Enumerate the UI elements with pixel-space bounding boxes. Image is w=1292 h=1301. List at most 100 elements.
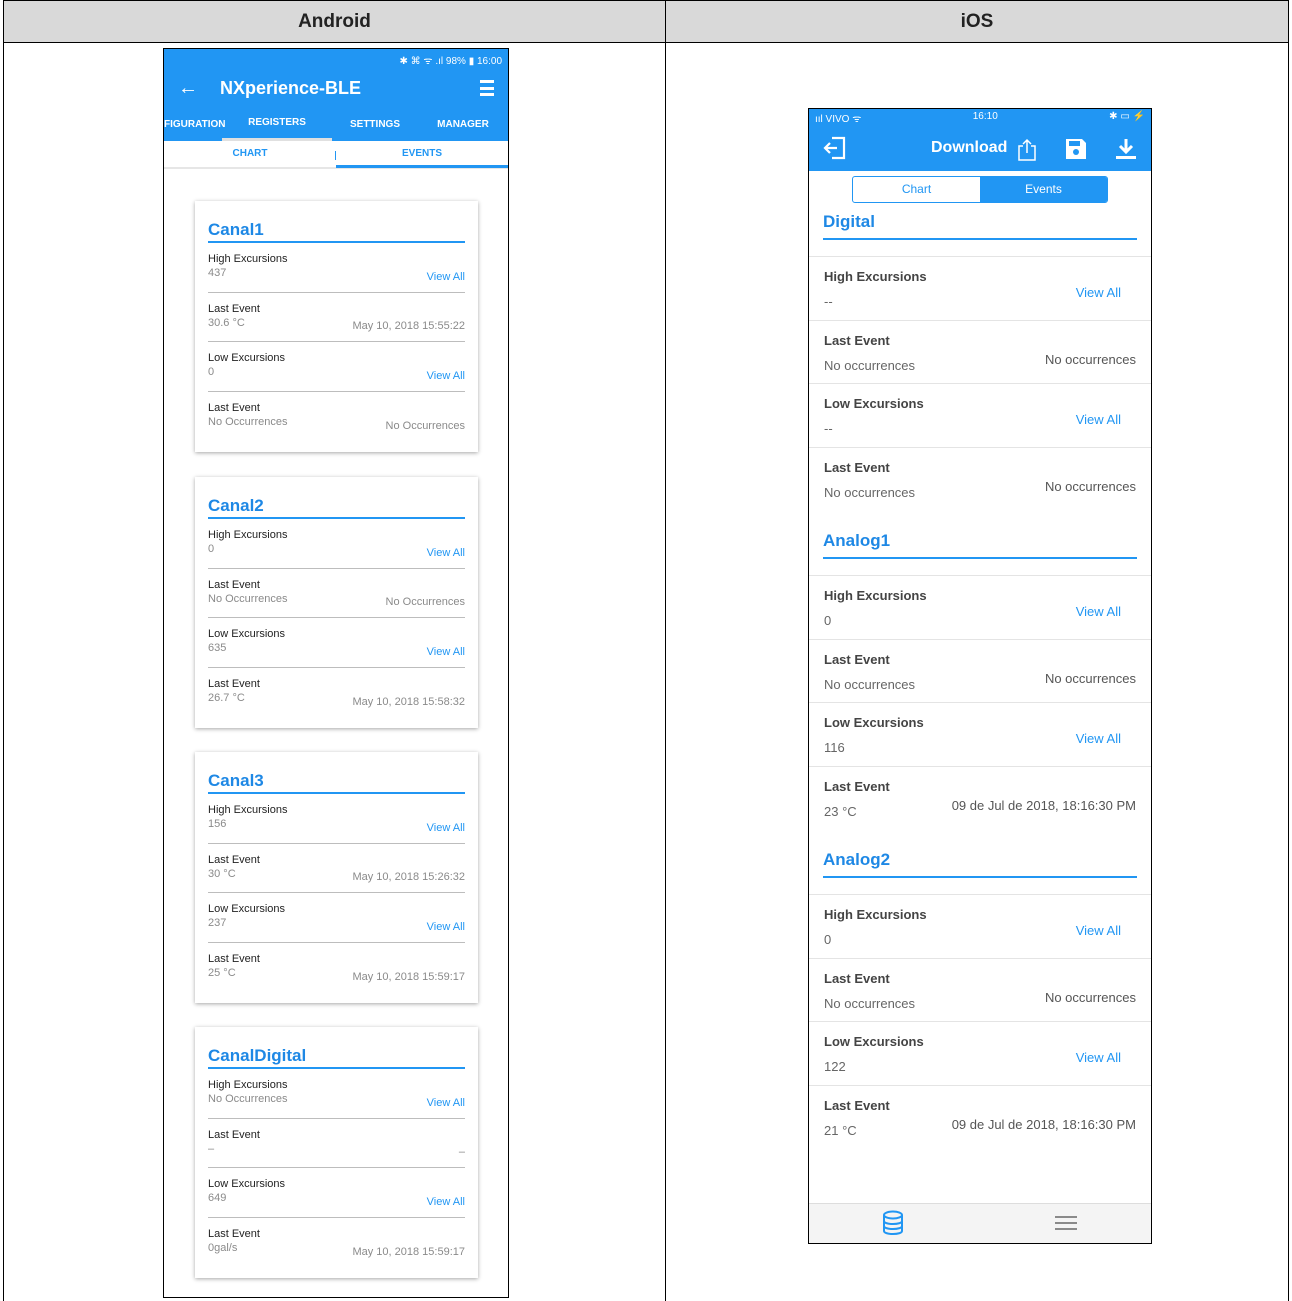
hamburger-menu-icon[interactable] (1055, 1216, 1077, 1235)
row-label: Last Event (824, 651, 890, 667)
tab-settings[interactable]: SETTINGS (332, 107, 418, 141)
row-detail: No Occurrences (385, 420, 465, 432)
event-row: Last Event No occurrences No occurrences (809, 446, 1151, 511)
event-row: High Excursions -- View All (809, 256, 1151, 320)
android-tab-bar: FIGURATION REGISTERS SETTINGS MANAGER (164, 107, 508, 141)
event-row: Last Event No Occurrences No Occurrences (208, 392, 465, 442)
row-detail: May 10, 2018 15:26:32 (352, 871, 465, 883)
row-label: Low Excursions (208, 352, 286, 364)
event-row: Last Event 30 °C May 10, 2018 15:26:32 (208, 844, 465, 893)
tab-registers[interactable]: REGISTERS (222, 107, 332, 141)
row-label: Last Event (208, 1128, 260, 1141)
share-icon[interactable] (1017, 138, 1037, 167)
event-section: Analog2 High Excursions 0 View All Last … (809, 841, 1151, 1148)
event-row: Last Event 25 °C May 10, 2018 15:59:17 (208, 943, 465, 993)
row-label: High Excursions (824, 588, 927, 603)
card-title: Canal1 (208, 220, 465, 243)
row-label: Low Excursions (824, 715, 924, 730)
view-all-link[interactable]: View All (1076, 412, 1121, 427)
event-row: Low Excursions 649 View All (208, 1168, 465, 1218)
subtab-events[interactable]: EVENTS (336, 140, 508, 168)
row-label: Last Event (208, 401, 260, 414)
clock-label: 16:10 (972, 111, 998, 122)
row-label: Last Event (824, 1097, 890, 1113)
row-value: – (208, 1142, 215, 1155)
event-card: CanalDigital High Excursions No Occurren… (195, 1027, 478, 1278)
carrier-label: ııl VIVO ᯤ (815, 114, 862, 125)
event-card: Canal3 High Excursions 156 View All Last… (195, 752, 478, 1003)
row-label: Last Event (208, 853, 260, 866)
view-all-link[interactable]: View All (427, 370, 465, 382)
row-label: High Excursions (208, 1079, 288, 1091)
row-detail: May 10, 2018 15:55:22 (352, 320, 465, 332)
row-detail: No occurrences (1044, 990, 1136, 1005)
event-row: Low Excursions 122 View All (809, 1021, 1151, 1085)
row-label: High Excursions (824, 907, 927, 922)
card-title: Canal2 (208, 496, 465, 519)
section-title: Analog1 (823, 531, 891, 550)
view-all-link[interactable]: View All (427, 1097, 465, 1109)
row-label: Low Excursions (208, 903, 286, 915)
row-label: Low Excursions (208, 628, 286, 640)
section-title: Digital (823, 212, 875, 231)
subtab-chart[interactable]: CHART (164, 140, 336, 168)
view-all-link[interactable]: View All (1076, 923, 1121, 938)
download-icon[interactable] (1114, 137, 1138, 166)
event-row: Last Event No occurrences No occurrences (809, 957, 1151, 1022)
view-all-link[interactable]: View All (427, 646, 465, 658)
row-detail: No Occurrences (385, 596, 465, 608)
android-screen: ✱ ⌘ ᯤ .ıl 98% ▮ 16:00 ← NXperience-BLE F… (163, 48, 509, 1298)
row-detail: No occurrences (1044, 671, 1136, 686)
nav-title: Download (931, 139, 1008, 156)
ios-tab-bar (809, 1203, 1151, 1243)
event-card: Canal2 High Excursions 0 View All Last E… (195, 477, 478, 728)
row-label: Last Event (208, 302, 260, 315)
section-header: Digital (809, 203, 1151, 256)
row-detail: 09 de Jul de 2018, 18:16:30 PM (951, 798, 1136, 813)
ios-nav-bar: Download (809, 125, 1151, 171)
view-all-link[interactable]: View All (1076, 604, 1121, 619)
segment-events[interactable]: Events (980, 177, 1107, 202)
exit-icon[interactable] (822, 135, 848, 166)
row-label: Last Event (208, 1227, 260, 1240)
tab-manager[interactable]: MANAGER (418, 107, 508, 141)
back-arrow-icon[interactable]: ← (178, 77, 214, 100)
view-all-link[interactable]: View All (1076, 731, 1121, 746)
save-icon[interactable] (1064, 137, 1088, 166)
event-row: Last Event 23 °C 09 de Jul de 2018, 18:1… (809, 765, 1151, 830)
card-title: CanalDigital (208, 1046, 465, 1069)
view-all-link[interactable]: View All (1076, 1050, 1121, 1065)
row-label: High Excursions (208, 253, 288, 265)
row-detail: May 10, 2018 15:58:32 (352, 696, 465, 708)
event-row: Last Event No Occurrences No Occurrences (208, 569, 465, 618)
view-all-link[interactable]: View All (427, 921, 465, 933)
menu-icon[interactable] (480, 80, 494, 96)
database-icon[interactable] (882, 1210, 904, 1241)
event-row: Low Excursions 0 View All (208, 342, 465, 392)
row-detail: 09 de Jul de 2018, 18:16:30 PM (951, 1117, 1136, 1132)
row-detail: No occurrences (1044, 479, 1136, 494)
event-row: Last Event – – (208, 1119, 465, 1168)
event-section: Analog1 High Excursions 0 View All Last … (809, 522, 1151, 829)
tab-configuration[interactable]: FIGURATION (164, 107, 225, 141)
view-all-link[interactable]: View All (427, 822, 465, 834)
view-all-link[interactable]: View All (427, 547, 465, 559)
view-all-link[interactable]: View All (427, 1196, 465, 1208)
ios-column-header: iOS (666, 0, 1288, 43)
event-row: Low Excursions 116 View All (809, 702, 1151, 766)
view-all-link[interactable]: View All (427, 271, 465, 283)
row-detail: May 10, 2018 15:59:17 (352, 971, 465, 983)
row-label: Low Excursions (824, 1034, 924, 1049)
event-row: High Excursions 0 View All (809, 894, 1151, 958)
segmented-control: Chart Events (852, 176, 1108, 203)
view-all-link[interactable]: View All (1076, 285, 1121, 300)
event-card: Canal1 High Excursions 437 View All Last… (195, 201, 478, 452)
event-row: High Excursions 437 View All (208, 243, 465, 293)
event-row: Last Event 26.7 °C May 10, 2018 15:58:32 (208, 668, 465, 718)
ios-screen: ııl VIVO ᯤ 16:10 ✱ ▭ ⚡ Download Chart Ev… (808, 108, 1152, 1244)
event-row: High Excursions No Occurrences View All (208, 1069, 465, 1119)
row-label: High Excursions (208, 804, 288, 816)
row-detail: May 10, 2018 15:59:17 (352, 1246, 465, 1258)
row-label: Last Event (208, 677, 260, 690)
segment-chart[interactable]: Chart (853, 177, 980, 202)
